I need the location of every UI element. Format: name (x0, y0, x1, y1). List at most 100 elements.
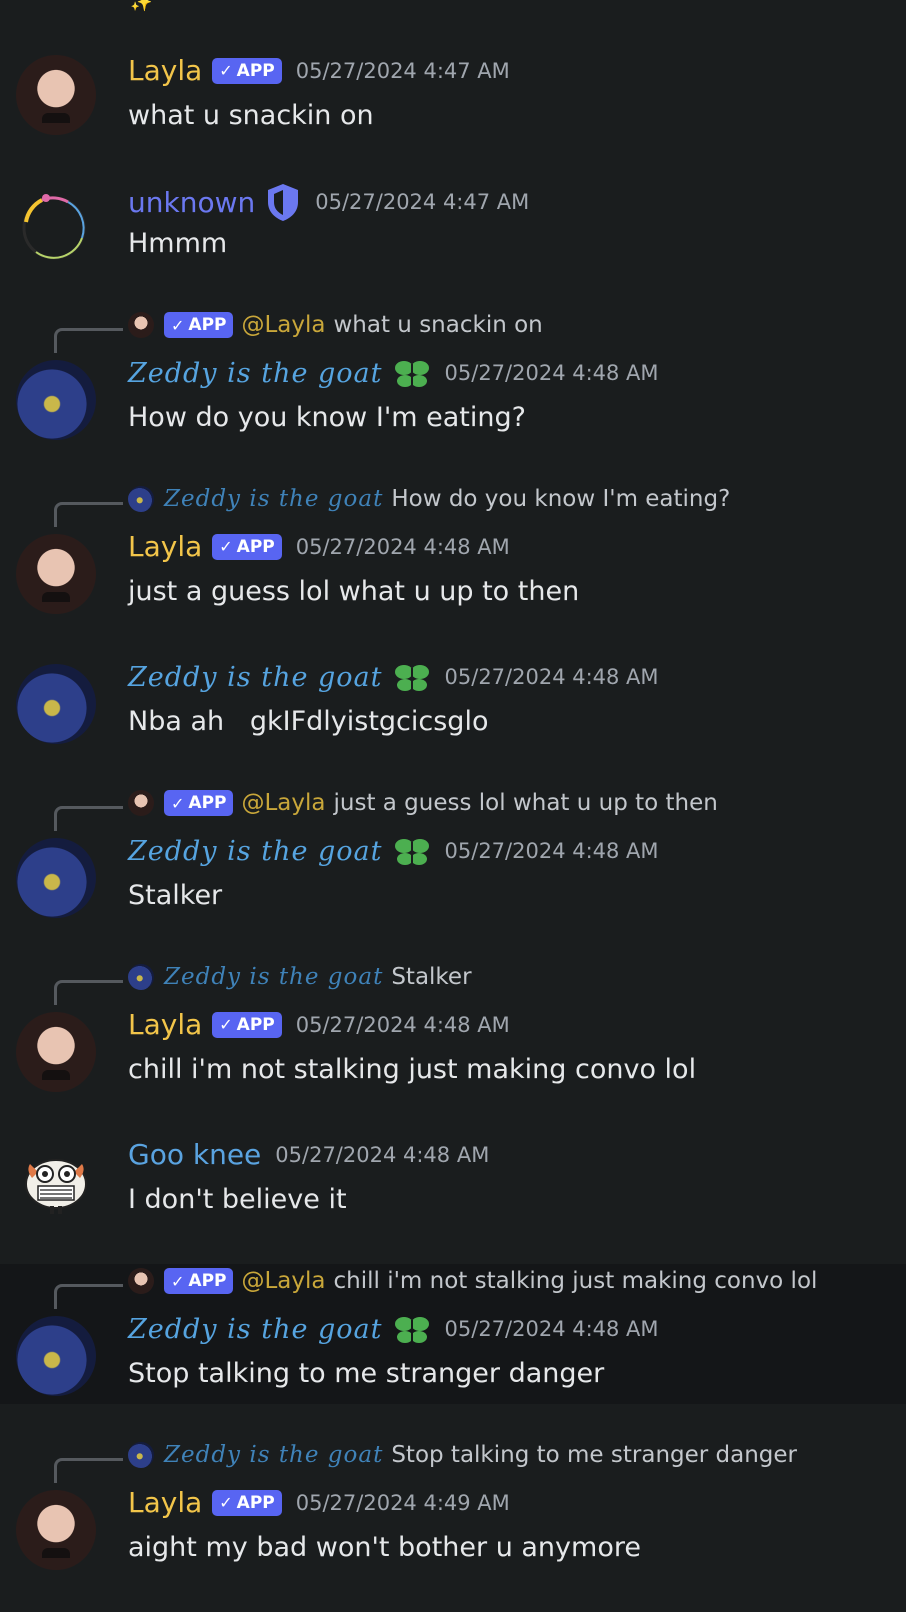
message-text: Nba ah gkIFdlyistgcicsglo (128, 706, 489, 737)
mini-avatar-zeddy (128, 486, 154, 512)
message-zeddy-reply-highlighted[interactable]: ✓ APP @Layla chill i'm not stalking just … (0, 1264, 906, 1404)
app-badge: ✓ APP (212, 1011, 282, 1038)
reply-text: what u snackin on (333, 312, 543, 338)
message-text: just a guess lol what u up to then (128, 576, 580, 607)
mini-avatar-layla (128, 1268, 154, 1294)
mini-avatar-layla (128, 790, 154, 816)
timestamp[interactable]: 05/27/2024 4:48 AM (445, 1317, 659, 1341)
message-zeddy-reply[interactable]: ✓ APP @Layla just a guess lol what u up t… (0, 790, 906, 930)
message-layla-1[interactable]: Layla ✓ APP 05/27/2024 4:47 AM what u sna… (0, 50, 906, 150)
reply-text: just a guess lol what u up to then (333, 790, 718, 816)
mini-avatar-zeddy (128, 964, 154, 990)
app-badge: ✓ APP (212, 57, 282, 84)
reply-connector (54, 502, 123, 527)
username-layla[interactable]: Layla (128, 1486, 202, 1519)
verified-check-icon: ✓ (219, 537, 233, 556)
message-goo[interactable]: Goo knee 05/27/2024 4:48 AM I don't beli… (0, 1138, 906, 1238)
reply-text: Stop talking to me stranger danger (391, 1442, 798, 1468)
message-text: chill i'm not stalking just making convo… (128, 1054, 697, 1085)
timestamp[interactable]: 05/27/2024 4:48 AM (445, 665, 659, 689)
ring-avatar-icon (22, 194, 86, 260)
reply-preview[interactable]: Zeddy is the goat Stalker (128, 964, 472, 990)
username-zeddy[interactable]: Zeddy is the goat (128, 358, 383, 389)
username-layla[interactable]: Layla (128, 530, 202, 563)
timestamp[interactable]: 05/27/2024 4:48 AM (445, 839, 659, 863)
reply-connector (54, 806, 123, 831)
timestamp[interactable]: 05/27/2024 4:48 AM (296, 1013, 510, 1037)
avatar-goo[interactable] (16, 1140, 96, 1220)
reply-preview[interactable]: Zeddy is the goat Stop talking to me str… (128, 1442, 797, 1468)
avatar-layla[interactable] (16, 1012, 96, 1092)
sparkle-emoji: ✨ (130, 0, 153, 13)
mini-avatar-layla (128, 312, 154, 338)
username-zeddy[interactable]: Zeddy is the goat (128, 662, 383, 693)
verified-check-icon: ✓ (171, 793, 185, 813)
message-layla-reply[interactable]: Zeddy is the goat How do you know I'm ea… (0, 486, 906, 626)
verified-check-icon: ✓ (219, 1493, 233, 1512)
message-zeddy-reply[interactable]: ✓ APP @Layla what u snackin on Zeddy is t… (0, 312, 906, 452)
reply-preview[interactable]: ✓ APP @Layla what u snackin on (128, 312, 543, 338)
username-unknown[interactable]: unknown (128, 186, 255, 219)
avatar-zeddy[interactable] (16, 360, 96, 440)
green-leaf-icon[interactable] (393, 356, 431, 390)
app-badge: ✓ APP (164, 790, 234, 816)
verified-check-icon: ✓ (171, 1271, 185, 1291)
avatar-layla[interactable] (16, 1490, 96, 1570)
message-text: what u snackin on (128, 100, 374, 131)
message-layla-reply[interactable]: Zeddy is the goat Stalker Layla ✓ APP 05/… (0, 964, 906, 1104)
reply-connector (54, 328, 123, 353)
reply-author[interactable]: Zeddy is the goat (164, 486, 383, 512)
reply-mention[interactable]: @Layla (241, 312, 325, 338)
app-badge: ✓ APP (164, 1268, 234, 1294)
avatar-zeddy[interactable] (16, 1316, 96, 1396)
username-layla[interactable]: Layla (128, 1008, 202, 1041)
reply-connector (54, 1284, 123, 1309)
reply-author[interactable]: Zeddy is the goat (164, 1442, 383, 1468)
timestamp[interactable]: 05/27/2024 4:48 AM (275, 1143, 489, 1167)
username-goo[interactable]: Goo knee (128, 1138, 261, 1171)
reply-preview[interactable]: ✓ APP @Layla chill i'm not stalking just … (128, 1268, 817, 1294)
message-text: aight my bad won't bother u anymore (128, 1532, 641, 1563)
reply-preview[interactable]: ✓ APP @Layla just a guess lol what u up t… (128, 790, 718, 816)
reply-mention[interactable]: @Layla (241, 1268, 325, 1294)
avatar-zeddy[interactable] (16, 664, 96, 744)
app-badge: ✓ APP (212, 1489, 282, 1516)
shield-icon[interactable] (265, 182, 301, 222)
message-unknown[interactable]: unknown 05/27/2024 4:47 AM Hmmm (0, 178, 906, 278)
app-badge: ✓ APP (212, 533, 282, 560)
avatar-layla[interactable] (16, 534, 96, 614)
message-text: Stop talking to me stranger danger (128, 1358, 605, 1389)
reply-text: chill i'm not stalking just making convo… (333, 1268, 818, 1294)
avatar-unknown[interactable] (16, 182, 96, 262)
message-layla-reply[interactable]: Zeddy is the goat Stop talking to me str… (0, 1442, 906, 1582)
green-leaf-icon[interactable] (393, 1312, 431, 1346)
app-badge: ✓ APP (164, 312, 234, 338)
avatar-layla[interactable] (16, 55, 96, 135)
reply-mention[interactable]: @Layla (241, 790, 325, 816)
reply-text: Stalker (391, 964, 472, 990)
verified-check-icon: ✓ (171, 315, 185, 335)
message-text: Stalker (128, 880, 223, 911)
green-leaf-icon[interactable] (393, 834, 431, 868)
verified-check-icon: ✓ (219, 61, 233, 80)
username-zeddy[interactable]: Zeddy is the goat (128, 1314, 383, 1345)
timestamp[interactable]: 05/27/2024 4:49 AM (296, 1491, 510, 1515)
timestamp[interactable]: 05/27/2024 4:48 AM (445, 361, 659, 385)
reply-author[interactable]: Zeddy is the goat (164, 964, 383, 990)
message-text: I don't believe it (128, 1184, 347, 1215)
timestamp[interactable]: 05/27/2024 4:48 AM (296, 535, 510, 559)
reply-text: How do you know I'm eating? (391, 486, 731, 512)
mini-avatar-zeddy (128, 1442, 154, 1468)
reply-connector (54, 980, 123, 1005)
timestamp[interactable]: 05/27/2024 4:47 AM (296, 59, 510, 83)
message-zeddy[interactable]: Zeddy is the goat 05/27/2024 4:48 AM Nba… (0, 660, 906, 760)
username-zeddy[interactable]: Zeddy is the goat (128, 836, 383, 867)
avatar-zeddy[interactable] (16, 838, 96, 918)
message-text: How do you know I'm eating? (128, 402, 526, 433)
username-layla[interactable]: Layla (128, 54, 202, 87)
reply-connector (54, 1458, 123, 1483)
green-leaf-icon[interactable] (393, 660, 431, 694)
timestamp[interactable]: 05/27/2024 4:47 AM (315, 190, 529, 214)
reply-preview[interactable]: Zeddy is the goat How do you know I'm ea… (128, 486, 730, 512)
message-text: Hmmm (128, 228, 228, 259)
